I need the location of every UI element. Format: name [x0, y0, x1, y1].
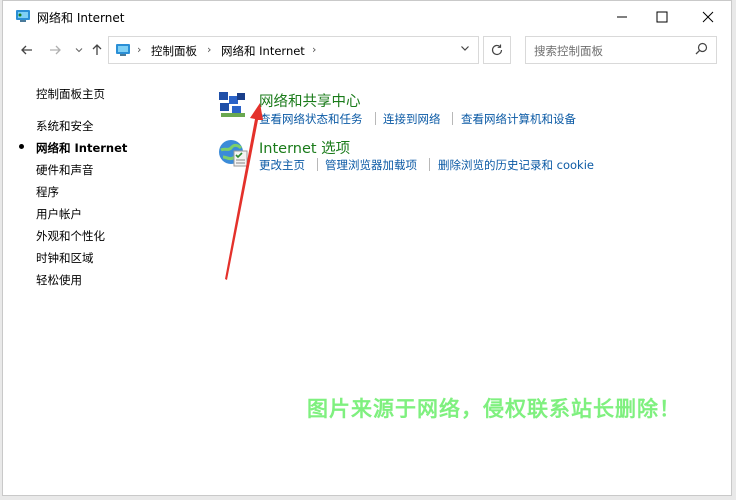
control-panel-window: 网络和 Internet › 控制面板 › 网络和 Internet › 搜索控… — [2, 0, 732, 496]
watermark-text: 图片来源于网络，侵权联系站长删除！ — [307, 397, 681, 421]
